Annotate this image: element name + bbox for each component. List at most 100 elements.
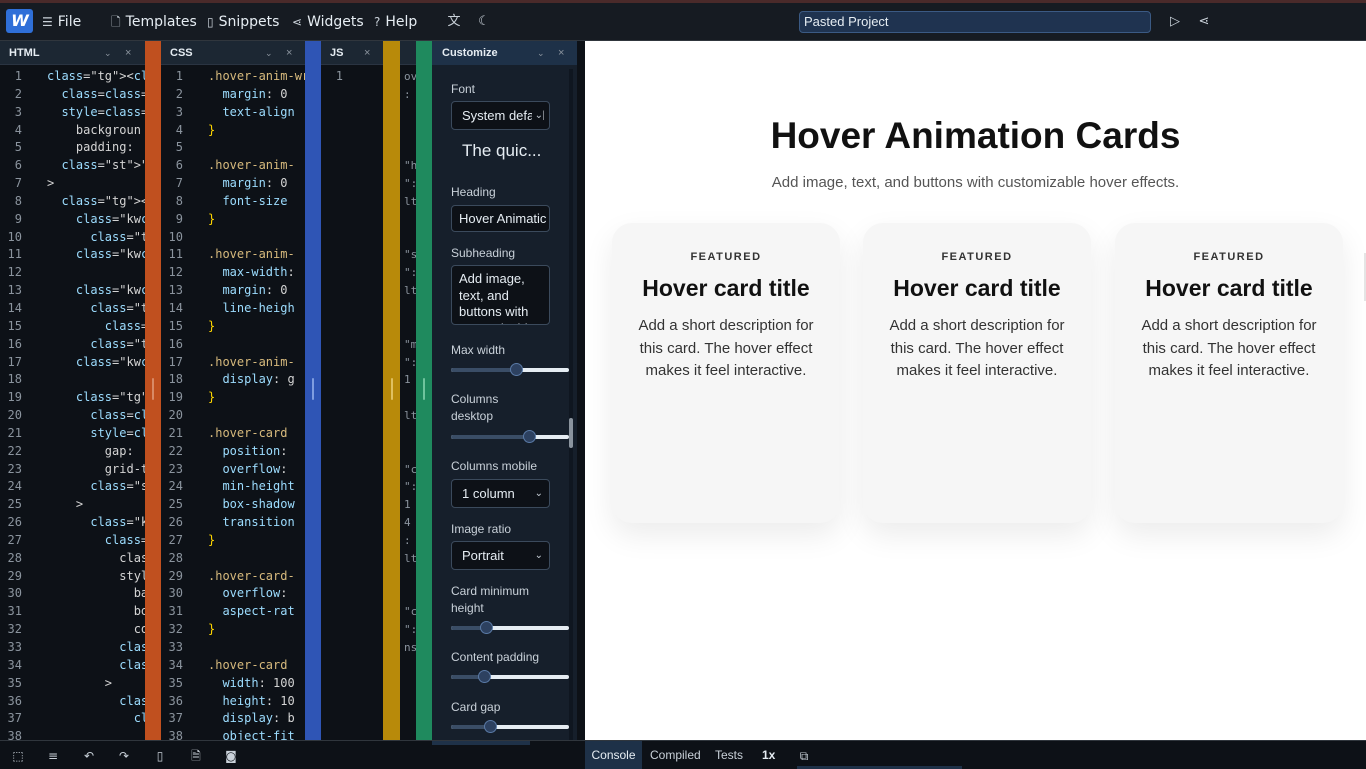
card-description: Add a short description for this card. T… [638,317,814,379]
js-pane-title: JS [330,47,344,59]
top-bar: W ☰ File 🗋 Templates ▯ Snippets ⋖ Widget… [0,0,1366,41]
dark-mode-icon[interactable]: ☾ [475,13,493,31]
slider-thumb[interactable] [478,670,491,683]
columns-desktop-slider[interactable] [451,429,569,445]
share-icon[interactable]: ⋖ [1195,13,1213,31]
chevron-down-icon[interactable]: ⌄ [537,41,545,65]
translate-icon[interactable]: 文 [445,13,463,31]
project-name-input[interactable]: Pasted Project [799,11,1151,33]
close-icon[interactable]: × [364,41,370,65]
menu-file-label: File [57,14,82,30]
content-padding-label: Content padding [451,650,540,664]
card-min-height-slider[interactable] [451,620,569,636]
js-code-editor[interactable]: 1 [321,68,383,741]
customize-pane-splitter[interactable] [416,41,432,741]
tab-console[interactable]: Console [585,741,642,769]
close-icon[interactable]: × [125,41,131,65]
tab-tests[interactable]: Tests [715,741,743,769]
menu-widgets[interactable]: ⋖ Widgets [292,12,364,32]
format-icon[interactable]: ≡ [46,749,60,763]
menu-snippets[interactable]: ▯ Snippets [207,12,279,32]
menu-help[interactable]: ? Help [374,12,417,32]
html-pane-title: HTML [9,47,40,59]
speed-toggle[interactable]: 1x [762,741,775,769]
splitter-handle[interactable] [152,378,154,400]
card-gap-slider[interactable] [451,719,569,735]
close-icon[interactable]: × [286,41,292,65]
font-preview: The quic... [462,141,542,160]
chevron-down-icon[interactable]: ⌄ [104,41,112,65]
console-peek-header [400,41,416,65]
html-pane-splitter[interactable] [145,41,161,741]
chevron-down-icon: ⌄ [531,542,543,569]
js-editor-pane: JS × 1 [321,41,383,741]
slider-thumb[interactable] [480,621,493,634]
snippet-icon: ▯ [207,15,214,29]
tab-compiled[interactable]: Compiled [650,741,701,769]
css-code-editor[interactable]: 1 2 3 4 5 6 7 8 9 10 11 12 13 14 15 16 1… [161,68,305,741]
line-numbers: 1 2 3 4 5 6 7 8 9 10 11 12 13 14 15 16 1… [7,69,22,741]
menu-templates[interactable]: 🗋 Templates [111,12,197,32]
subheading-textarea[interactable]: Add image, text, and buttons with custom… [451,265,550,325]
line-numbers: 1 2 3 4 5 6 7 8 9 10 11 12 13 14 15 16 1… [168,69,183,741]
slider-thumb[interactable] [523,430,536,443]
menu-file[interactable]: ☰ File [42,12,81,32]
html-editor-pane: HTML ⌄ × 1 2 3 4 5 6 7 8 9 10 11 12 13 1… [0,41,145,741]
splitter-handle[interactable] [423,378,425,400]
font-select[interactable]: System defaul ⌄ [451,101,550,130]
html-code-editor[interactable]: 1 2 3 4 5 6 7 8 9 10 11 12 13 14 15 16 1… [0,68,145,741]
clipboard-icon[interactable]: ▯ [153,749,167,763]
css-pane-header: CSS ⌄ × [161,41,305,65]
menu-help-label: Help [385,14,418,30]
line-number: 1 [335,69,343,83]
image-ratio-select[interactable]: Portrait ⌄ [451,541,550,570]
console-peek-lines: ov : "h ": lt "s ": lt "m ": 1 lt "c ": … [404,70,416,654]
heading-input[interactable]: Hover Animatic [451,205,550,232]
live-preview: Hover Animation Cards Add image, text, a… [585,41,1366,740]
hover-card[interactable]: FEATURED Hover card title Add a short de… [863,223,1091,523]
file-icon: 🗋 [111,15,121,29]
hover-card[interactable]: FEATURED Hover card title Add a short de… [612,223,840,523]
css-pane-splitter[interactable] [305,41,321,741]
preview-divider[interactable] [577,41,585,741]
customize-scrollbar-track[interactable] [569,69,573,741]
popout-icon[interactable]: ⧉ [797,749,811,763]
splitter-handle[interactable] [312,378,314,400]
chevron-down-icon[interactable]: ⌄ [265,41,273,65]
app-logo[interactable]: W [6,9,33,33]
hamburger-icon: ☰ [42,15,53,29]
max-width-slider[interactable] [451,362,569,378]
card-title: Hover card title [893,275,1061,301]
close-icon[interactable]: × [558,41,564,65]
card-gap-label: Card gap [451,700,501,714]
card-eyebrow: FEATURED [941,251,1013,263]
slider-thumb[interactable] [510,363,523,376]
camera-icon[interactable]: ◙ [224,749,238,763]
js-pane-splitter[interactable] [383,41,400,741]
play-icon[interactable]: ▷ [1166,13,1184,31]
content-padding-slider[interactable] [451,669,569,685]
customize-header: Customize ⌄ × [432,41,577,65]
splitter-handle[interactable] [391,378,393,400]
heading-label: Heading [451,185,496,199]
slider-thumb[interactable] [484,720,497,733]
image-ratio-label: Image ratio [451,522,512,536]
customize-scroll-indicator [432,741,530,745]
card-min-height-label: Card minimum height [451,584,530,615]
css-pane-title: CSS [170,47,193,59]
card-description: Add a short description for this card. T… [1141,317,1317,379]
customize-scrollbar-thumb[interactable] [569,418,573,448]
undo-icon[interactable]: ↶ [82,749,96,763]
share-nodes-icon: ⋖ [292,15,303,29]
save-icon[interactable]: 🗎 [189,749,203,763]
columns-mobile-select[interactable]: 1 column ⌄ [451,479,550,508]
js-pane-header: JS × [321,41,383,65]
font-label: Font [451,82,476,96]
redo-icon[interactable]: ↷ [117,749,131,763]
hover-card[interactable]: FEATURED Hover card title Add a short de… [1115,223,1343,523]
card-title: Hover card title [642,275,810,301]
select-icon[interactable]: ⬚ [11,749,25,763]
card-eyebrow: FEATURED [690,251,762,263]
customize-panel: Customize ⌄ × Font System defaul ⌄ The q… [432,41,577,741]
menu-snippets-label: Snippets [218,14,280,30]
